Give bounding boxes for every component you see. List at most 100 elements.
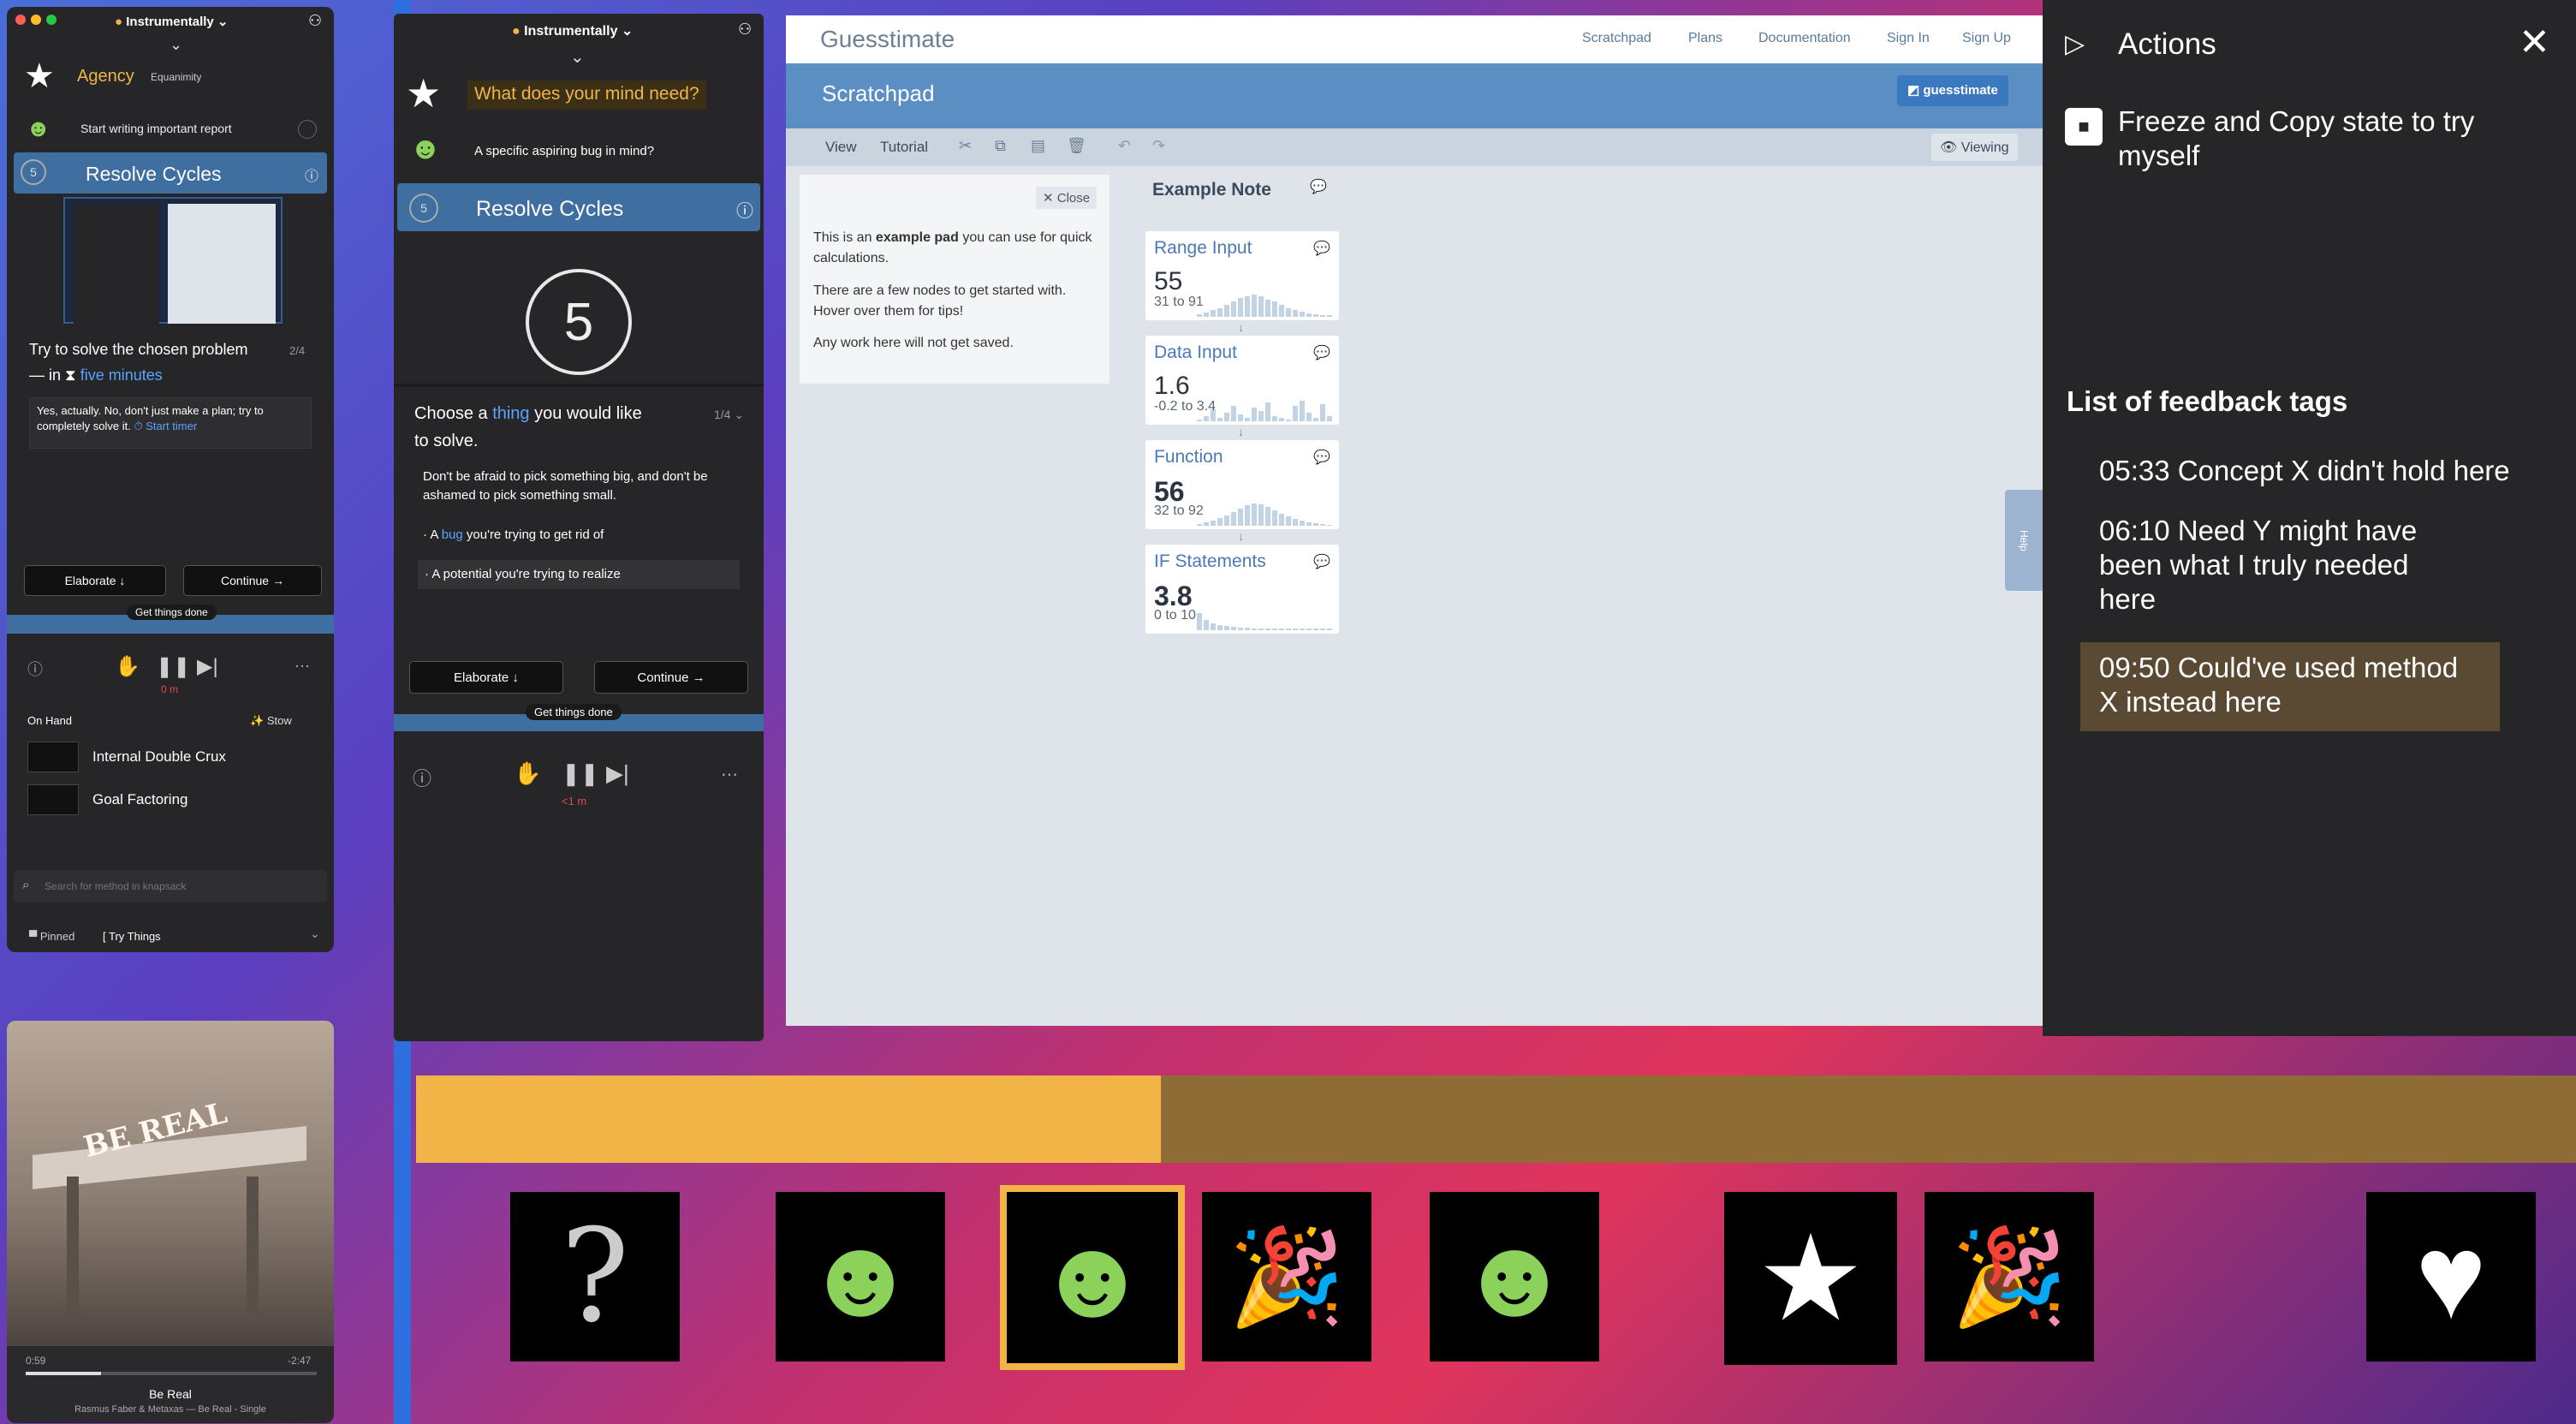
example-note-title[interactable]: Example Note (1152, 180, 1271, 200)
status-circle-icon[interactable] (298, 120, 317, 139)
app-title[interactable]: ● Instrumentally ⌄ (512, 22, 633, 39)
guesstimate-brand[interactable]: Guesstimate (820, 26, 955, 53)
comment-icon[interactable]: 💬 (1313, 240, 1330, 257)
minimize-window-button[interactable] (31, 15, 41, 25)
profile-icon[interactable]: ⚇ (738, 21, 752, 39)
view-menu[interactable]: View (825, 139, 857, 156)
cycle-header[interactable]: 5 Resolve Cycles ⓘ (397, 183, 760, 231)
option-bug[interactable]: · A bug you're trying to get rid of (423, 527, 604, 542)
feedback-tag-selected[interactable]: 09:50 Could've used method X instead her… (2099, 651, 2476, 719)
model-node[interactable]: IF Statements 3.8 0 to 10 💬 (1145, 545, 1339, 634)
bug-pointing-icon[interactable]: ☻ (1000, 1185, 1185, 1370)
search-box[interactable]: ⌕ (14, 870, 327, 903)
hand-icon[interactable]: ✋ (514, 760, 541, 787)
cut-icon[interactable]: ✂ (959, 137, 972, 155)
get-things-done-chip[interactable]: Get things done (526, 704, 622, 720)
thing-link[interactable]: thing (492, 404, 529, 423)
comment-icon[interactable]: 💬 (1313, 553, 1330, 570)
chevron-down-icon[interactable]: ⌄ (570, 46, 585, 68)
bug-pointing-icon[interactable]: ☻ (776, 1192, 945, 1361)
redo-icon[interactable]: ↷ (1152, 137, 1165, 155)
get-things-done-chip[interactable]: Get things done (127, 605, 217, 620)
step-counter[interactable]: 2/4 (289, 344, 305, 357)
tutorial-menu[interactable]: Tutorial (880, 139, 928, 156)
paste-icon[interactable]: ▤ (1031, 137, 1045, 155)
tab-equanimity[interactable]: Equanimity (151, 71, 201, 83)
node-title: IF Statements (1154, 551, 1266, 571)
play-icon[interactable]: ▷ (2065, 29, 2085, 59)
more-icon[interactable]: ⋯ (721, 764, 738, 785)
try-things-tab[interactable]: [ Try Things (103, 930, 161, 943)
info-icon[interactable]: ⓘ (736, 197, 753, 222)
pause-icon[interactable]: ❚❚ (562, 760, 599, 787)
save-icon[interactable]: ■ (2065, 108, 2103, 146)
info-icon[interactable]: ⓘ (413, 764, 431, 791)
viewing-button[interactable]: 👁 Viewing (1931, 134, 2018, 161)
stow-button[interactable]: ✨ Stow (250, 714, 292, 728)
search-input[interactable] (43, 877, 317, 896)
nav-documentation[interactable]: Documentation (1758, 31, 1851, 46)
model-node[interactable]: Function 56 32 to 92 💬 (1145, 440, 1339, 529)
nav-sign-in[interactable]: Sign In (1887, 31, 1930, 46)
cycle-header[interactable]: 5 Resolve Cycles ⓘ (14, 152, 327, 194)
heart-mask-icon[interactable]: ♥ (2366, 1192, 2536, 1361)
elaborate-button[interactable]: Elaborate ↓ (24, 565, 166, 596)
feedback-tag[interactable]: 06:10 Need Y might have been what I trul… (2099, 514, 2459, 617)
question-mask-icon[interactable]: ? (510, 1192, 680, 1361)
pause-icon[interactable]: ❚❚ (156, 654, 190, 679)
close-note-button[interactable]: ✕ Close (1036, 187, 1098, 209)
copy-icon[interactable]: ⧉ (995, 137, 1006, 155)
start-item[interactable]: Start writing important report (80, 122, 232, 135)
bug-prompt[interactable]: A specific aspiring bug in mind? (474, 144, 654, 158)
skip-next-icon[interactable]: ▶| (606, 760, 629, 787)
model-node[interactable]: Range Input 55 31 to 91 💬 (1145, 231, 1339, 320)
chevron-down-icon[interactable]: ⌄ (310, 926, 320, 941)
info-icon[interactable]: ⓘ (27, 658, 43, 680)
pinned-tab[interactable]: ▀ Pinned (29, 930, 74, 943)
star-flower-icon[interactable]: ★ (1724, 1192, 1897, 1365)
album-cover[interactable]: BE REAL (7, 1021, 334, 1346)
close-icon[interactable]: ✕ (2519, 21, 2550, 64)
elaborate-button[interactable]: Elaborate ↓ (409, 661, 563, 694)
close-window-button[interactable] (15, 15, 26, 25)
histogram-bar (1272, 301, 1277, 317)
mind-question[interactable]: What does your mind need? (467, 80, 706, 110)
list-item[interactable]: Internal Double Crux (92, 748, 226, 766)
party-popper-icon[interactable]: 🎉 (1925, 1192, 2094, 1361)
profile-icon[interactable]: ⚇ (308, 12, 322, 30)
nav-plans[interactable]: Plans (1688, 31, 1722, 46)
option-potential[interactable]: · A potential you're trying to realize (418, 560, 740, 589)
continue-button[interactable]: Continue → (183, 565, 322, 596)
model-node[interactable]: Data Input 1.6 -0.2 to 3.4 💬 (1145, 336, 1339, 425)
feedback-tag[interactable]: 05:33 Concept X didn't hold here (2099, 454, 2561, 488)
comment-icon[interactable]: 💬 (1310, 178, 1327, 195)
zoom-window-button[interactable] (46, 15, 57, 25)
nav-scratchpad[interactable]: Scratchpad (1582, 31, 1651, 46)
freeze-copy-action[interactable]: Freeze and Copy state to try myself (2118, 104, 2478, 173)
app-title[interactable]: ● Instrumentally ⌄ (115, 14, 229, 29)
undo-icon[interactable]: ↶ (1118, 137, 1131, 155)
continue-button[interactable]: Continue → (594, 661, 748, 694)
screen-preview-thumbnail[interactable] (63, 197, 283, 324)
list-item[interactable]: Goal Factoring (92, 791, 188, 808)
playback-scrubber[interactable] (26, 1372, 317, 1375)
help-tab[interactable]: Help (2005, 490, 2043, 591)
bug-link[interactable]: bug (442, 527, 463, 542)
chevron-down-icon[interactable]: ⌄ (170, 36, 182, 54)
step-counter[interactable]: 1/4 ⌄ (714, 408, 744, 422)
info-icon[interactable]: ⓘ (305, 164, 318, 185)
guesstimate-badge[interactable]: ◩ guesstimate (1897, 75, 2008, 106)
hand-icon[interactable]: ✋ (115, 654, 140, 679)
nav-sign-up[interactable]: Sign Up (1962, 31, 2011, 46)
skip-next-icon[interactable]: ▶| (197, 654, 218, 679)
time-link[interactable]: five minutes (80, 366, 163, 384)
party-popper-icon[interactable]: 🎉 (1202, 1192, 1371, 1361)
tab-agency[interactable]: Agency (77, 67, 134, 86)
start-timer-link[interactable]: ⏱ Start timer (134, 420, 197, 432)
comment-icon[interactable]: 💬 (1313, 344, 1330, 361)
more-icon[interactable]: ⋯ (294, 658, 310, 676)
trash-icon[interactable]: 🗑 (1067, 137, 1086, 155)
bug-pointing-icon[interactable]: ☻ (1430, 1192, 1599, 1361)
comment-icon[interactable]: 💬 (1313, 449, 1330, 466)
window-controls[interactable] (15, 14, 62, 29)
